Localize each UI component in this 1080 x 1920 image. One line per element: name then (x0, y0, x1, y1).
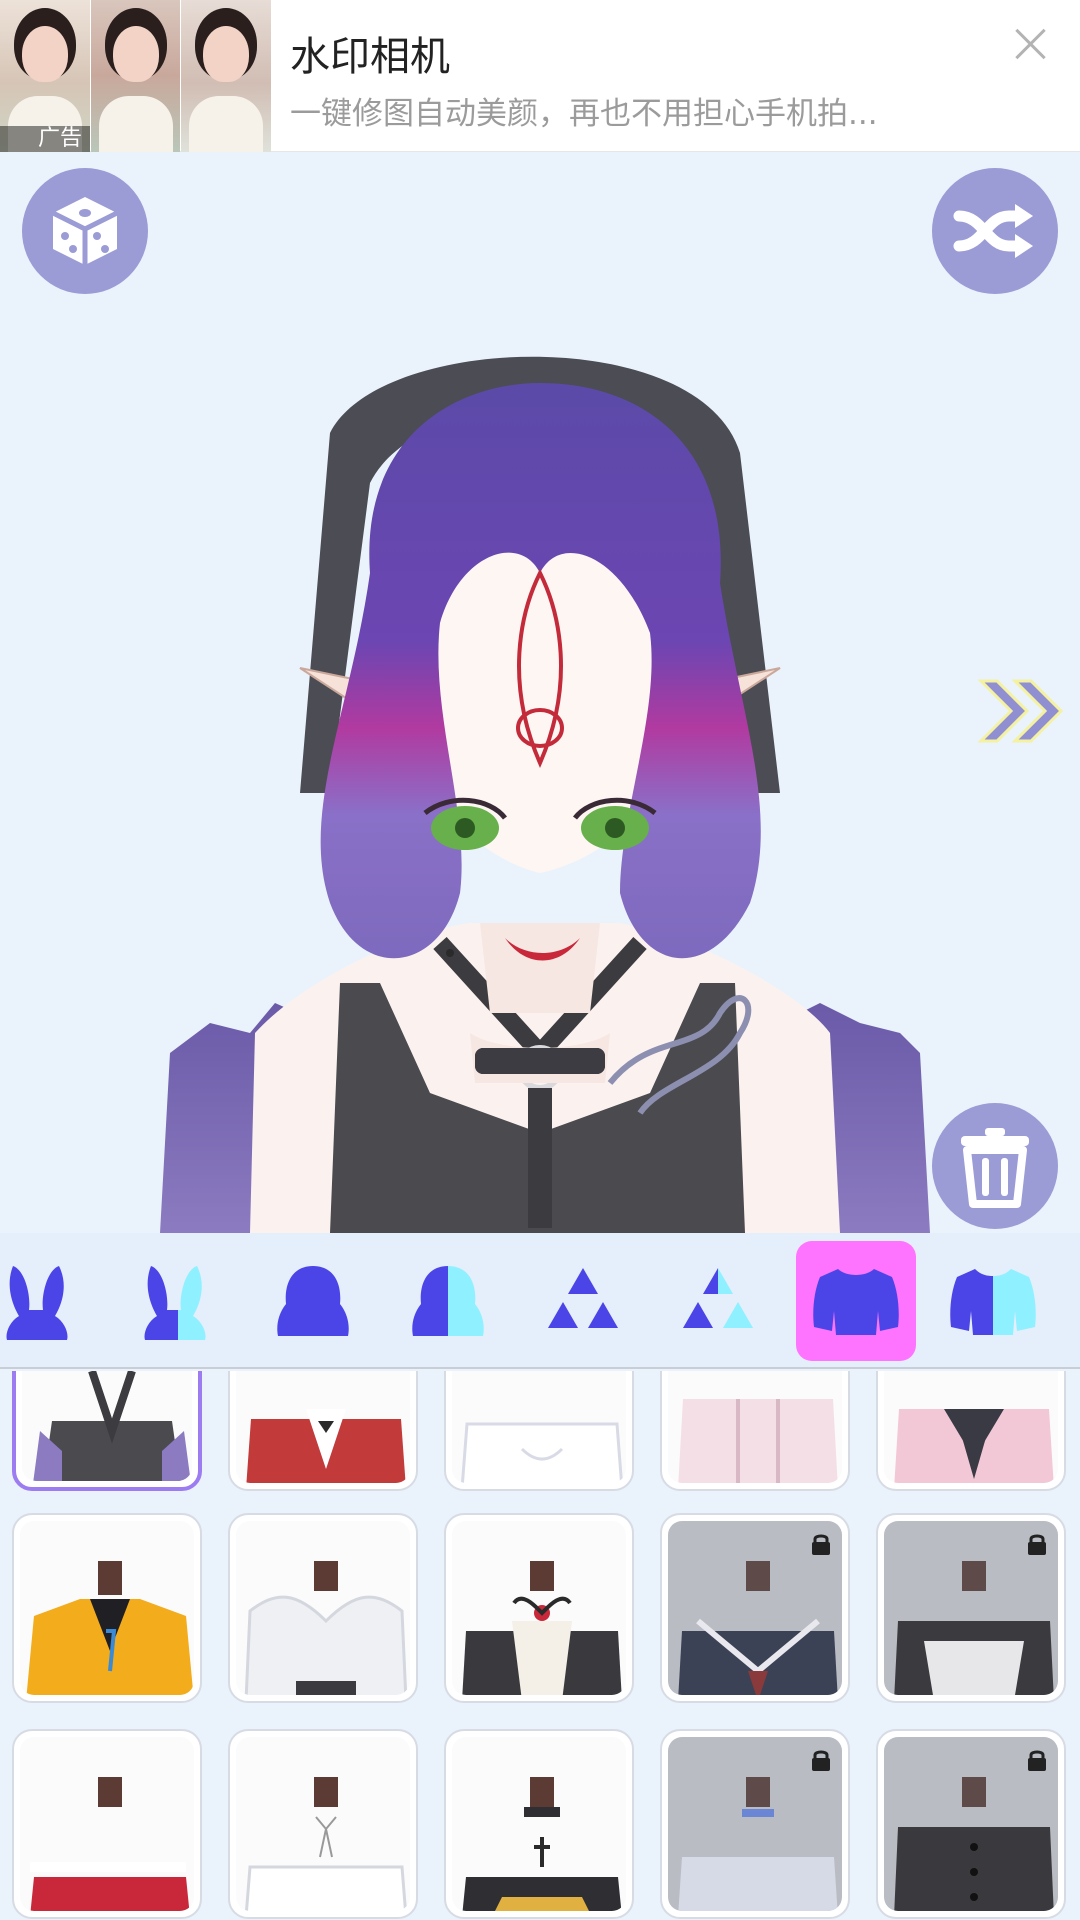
accessory-color-icon (683, 1268, 753, 1328)
tab-accessory-color[interactable] (658, 1241, 778, 1361)
item-tile[interactable] (876, 1729, 1066, 1919)
delete-button[interactable] (932, 1103, 1058, 1229)
accessory-icon (548, 1268, 618, 1328)
outfit-thumbnail (236, 1521, 410, 1695)
item-tile[interactable] (444, 1371, 634, 1491)
lock-icon (1028, 1750, 1046, 1771)
tab-hair[interactable] (253, 1241, 373, 1361)
tab-top[interactable] (796, 1241, 916, 1361)
tab-accessory[interactable] (523, 1241, 643, 1361)
next-button[interactable] (975, 671, 1065, 751)
outfit-thumbnail (22, 1371, 192, 1481)
outfit-thumbnail (20, 1521, 194, 1695)
tab-hair-color[interactable] (388, 1241, 508, 1361)
ad-description[interactable]: 一键修图自动美颜，再也不用担心手机拍... (290, 88, 990, 133)
item-tile[interactable] (660, 1371, 850, 1491)
ad-banner[interactable]: 广告 水印相机 一键修图自动美颜，再也不用担心手机拍... (0, 0, 1080, 152)
top-icon (813, 1269, 899, 1335)
outfit-thumbnail (668, 1371, 842, 1483)
tab-ears-color[interactable] (118, 1241, 238, 1361)
item-tile[interactable] (660, 1729, 850, 1919)
character-preview (0, 153, 1080, 1233)
character-illustration (160, 356, 930, 1233)
item-tile[interactable] (444, 1729, 634, 1919)
item-tile[interactable] (12, 1729, 202, 1919)
outfit-thumbnail (236, 1737, 410, 1911)
ad-title[interactable]: 水印相机 (290, 24, 450, 82)
outfit-thumbnail (452, 1737, 626, 1911)
ad-thumbnails[interactable]: 广告 (0, 0, 272, 152)
lock-icon (1028, 1534, 1046, 1555)
top-color-icon (950, 1269, 1036, 1335)
tab-top-color[interactable] (933, 1241, 1053, 1361)
outfit-thumbnail (452, 1371, 626, 1483)
shuffle-button[interactable] (932, 168, 1058, 294)
dice-icon (51, 197, 119, 265)
item-tile[interactable] (12, 1513, 202, 1703)
shuffle-icon (953, 204, 1033, 258)
outfit-thumbnail (20, 1737, 194, 1911)
outfit-thumbnail (884, 1371, 1058, 1483)
lock-icon (812, 1750, 830, 1771)
outfit-thumbnail (236, 1371, 410, 1483)
outfit-thumbnail (452, 1521, 626, 1695)
item-tile[interactable] (876, 1513, 1066, 1703)
trash-icon (961, 1128, 1029, 1208)
ears-color-icon (144, 1266, 206, 1340)
lock-icon (812, 1534, 830, 1555)
tab-ears[interactable] (0, 1241, 100, 1361)
random-button[interactable] (22, 168, 148, 294)
ad-label: 广告 (0, 126, 90, 152)
item-tile[interactable] (228, 1513, 418, 1703)
item-tile[interactable] (228, 1729, 418, 1919)
ears-icon (6, 1266, 68, 1340)
item-grid (0, 1371, 1080, 1920)
item-tile[interactable] (12, 1371, 202, 1491)
item-tile[interactable] (876, 1371, 1066, 1491)
hair-color-icon (412, 1266, 484, 1336)
category-bar (0, 1233, 1080, 1369)
item-tile[interactable] (660, 1513, 850, 1703)
item-tile[interactable] (444, 1513, 634, 1703)
hair-icon (277, 1266, 349, 1336)
double-chevron-right-icon (977, 679, 1064, 743)
ad-thumbnail (90, 0, 181, 152)
item-tile[interactable] (228, 1371, 418, 1491)
ad-thumbnail (181, 0, 272, 152)
ad-thumbnail: 广告 (0, 0, 90, 152)
close-icon[interactable] (1010, 24, 1050, 64)
